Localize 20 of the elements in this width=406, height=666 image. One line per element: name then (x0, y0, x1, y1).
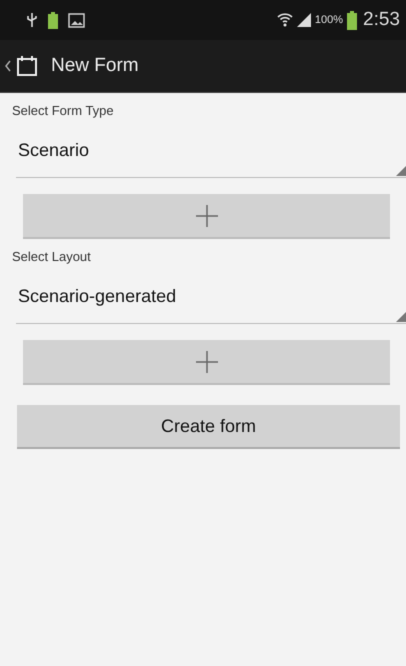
screen-title: New Form (51, 55, 139, 77)
clock-time: 2:53 (363, 9, 400, 31)
dropdown[interactable]: Scenario-generated (16, 269, 406, 324)
wifi-icon (276, 12, 293, 28)
image-icon (68, 12, 85, 28)
usb-icon (26, 12, 38, 28)
plus-icon (194, 204, 218, 228)
dropdown[interactable]: Scenario (16, 123, 406, 178)
battery-icon (48, 12, 58, 28)
section-label: Select Layout (11, 248, 92, 266)
calendar-icon[interactable] (16, 55, 38, 77)
dropdown-corner-icon (396, 312, 406, 322)
battery-icon (347, 10, 358, 30)
signal-icon (296, 13, 311, 27)
dropdown-corner-icon (396, 166, 406, 176)
battery-percent: 100% (314, 14, 344, 26)
plus-icon (194, 350, 218, 374)
back-icon[interactable] (5, 60, 11, 72)
section-label: Select Form Type (11, 102, 115, 120)
create-form-button[interactable]: Create form (17, 405, 400, 449)
